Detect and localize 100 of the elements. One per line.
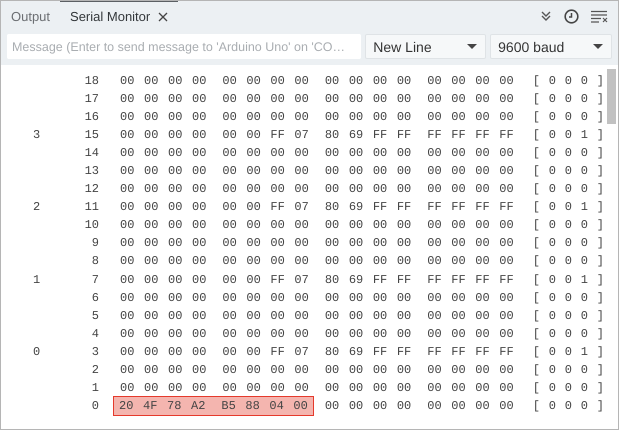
access-bits: [ 0 0 1 ] (532, 128, 604, 142)
sector-number: 3 (33, 128, 40, 142)
access-bits: [ 0 0 0 ] (532, 326, 604, 341)
block-number: 0 (90, 398, 99, 413)
block-number: 18 (84, 74, 99, 88)
scrollbar-thumb[interactable] (607, 69, 616, 124)
sector-number: 1 (33, 272, 40, 287)
byte-group: 00 00 FF 07 (222, 200, 309, 214)
byte-group: 00 00 00 00 (427, 146, 514, 160)
sector-number: 0 (33, 344, 40, 359)
byte-group: 00 00 00 00 (120, 164, 206, 178)
byte-group: 00 00 00 00 (427, 182, 514, 196)
byte-group: 00 00 00 00 (324, 290, 412, 305)
byte-group: 00 00 00 00 (222, 254, 309, 268)
byte-group: 00 00 00 00 (427, 110, 514, 124)
access-bits: [ 0 0 1 ] (532, 272, 604, 287)
block-number: 14 (84, 146, 99, 160)
byte-group: 00 00 00 00 (324, 308, 412, 323)
access-bits: [ 0 0 0 ] (532, 254, 604, 268)
byte-group: 00 00 FF 07 (222, 272, 309, 287)
close-icon[interactable] (158, 12, 168, 22)
byte-group: 00 00 00 00 (120, 344, 206, 359)
byte-group: 00 00 00 00 (427, 398, 514, 413)
byte-group: 00 00 00 00 (222, 290, 309, 305)
baud-rate-dropdown[interactable]: 9600 baud (490, 34, 612, 59)
byte-group: 00 00 00 00 (324, 326, 412, 341)
block-number: 2 (90, 362, 99, 377)
access-bits: [ 0 0 0 ] (532, 380, 604, 395)
byte-group: 00 00 00 00 (120, 218, 206, 232)
byte-group: 00 00 00 00 (120, 308, 206, 323)
byte-group: 00 00 00 00 (222, 308, 309, 323)
block-number: 3 (90, 344, 99, 359)
byte-group: 00 00 00 00 (324, 74, 412, 88)
byte-group: 00 00 00 00 (324, 164, 412, 178)
clock-icon[interactable] (564, 8, 579, 24)
access-bits: [ 0 0 0 ] (532, 74, 604, 88)
byte-group: 00 00 00 00 (324, 146, 412, 160)
byte-group: 80 69 FF FF (324, 272, 412, 287)
block-number: 17 (84, 92, 99, 106)
scroll-down-icon[interactable] (540, 10, 552, 22)
byte-group: 00 00 00 00 (427, 218, 514, 232)
access-bits: [ 0 0 0 ] (532, 290, 604, 305)
byte-group: 00 00 00 00 (427, 308, 514, 323)
block-number: 13 (84, 164, 99, 178)
byte-group: 00 00 00 00 (222, 218, 309, 232)
block-number: 9 (90, 236, 99, 250)
byte-group: 00 00 00 00 (427, 254, 514, 268)
byte-group: 00 00 00 00 (120, 146, 206, 160)
byte-group: 00 00 00 00 (324, 254, 412, 268)
tab[interactable]: Output (1, 1, 60, 31)
access-bits: [ 0 0 1 ] (532, 344, 604, 359)
byte-group: FF FF FF FF (427, 344, 514, 359)
access-bits: [ 0 0 0 ] (532, 182, 604, 196)
byte-group: 00 00 00 00 (120, 236, 206, 250)
block-number: 6 (90, 290, 99, 305)
byte-group: 00 00 FF 07 (222, 344, 309, 359)
caret-icon (593, 44, 603, 49)
byte-group: 00 00 00 00 (427, 92, 514, 106)
byte-group: 00 00 00 00 (427, 326, 514, 341)
byte-group: 00 00 00 00 (427, 164, 514, 178)
byte-group: B5 88 04 00 (221, 398, 308, 413)
byte-group: 00 00 00 00 (120, 254, 206, 268)
block-number: 15 (84, 128, 99, 142)
byte-group: 00 00 00 00 (222, 362, 309, 377)
byte-group: FF FF FF FF (427, 200, 514, 214)
block-number: 7 (90, 272, 99, 287)
byte-group: 80 69 FF FF (324, 344, 412, 359)
byte-group: 00 00 00 00 (427, 362, 514, 377)
block-number: 12 (84, 182, 99, 196)
byte-group: 00 00 00 00 (120, 290, 206, 305)
access-bits: [ 0 0 0 ] (532, 92, 604, 106)
access-bits: [ 0 0 0 ] (532, 218, 604, 232)
line-ending-dropdown[interactable]: New Line (365, 34, 486, 59)
block-number: 16 (84, 110, 99, 124)
message-field[interactable]: Message (Enter to send message to 'Arduino Uno' on 'CO… (7, 34, 362, 59)
byte-group: 00 00 00 00 (324, 182, 412, 196)
byte-group: 00 00 00 00 (324, 398, 412, 413)
byte-group: 00 00 00 00 (222, 146, 309, 160)
byte-group: 00 00 00 00 (222, 236, 309, 250)
byte-group: 00 00 00 00 (324, 380, 412, 395)
byte-group: 00 00 00 00 (222, 326, 309, 341)
clear-output-icon[interactable] (591, 10, 608, 22)
byte-group: FF FF FF FF (427, 128, 514, 142)
block-number: 1 (90, 380, 99, 395)
byte-group: 00 00 00 00 (120, 92, 206, 106)
block-number: 5 (90, 308, 99, 323)
byte-group: 00 00 00 00 (427, 380, 514, 395)
byte-group: 00 00 FF 07 (222, 128, 309, 142)
byte-group: 00 00 00 00 (120, 74, 206, 88)
byte-group: 00 00 00 00 (120, 128, 206, 142)
access-bits: [ 0 0 0 ] (532, 110, 604, 124)
byte-group: 00 00 00 00 (222, 74, 309, 88)
byte-group: 00 00 00 00 (324, 218, 412, 232)
byte-group: 00 00 00 00 (324, 92, 412, 106)
byte-group: 00 00 00 00 (427, 74, 514, 88)
block-number: 10 (84, 218, 99, 232)
byte-group: 00 00 00 00 (222, 110, 309, 124)
byte-group: 00 00 00 00 (120, 200, 206, 214)
access-bits: [ 0 0 0 ] (532, 362, 604, 377)
byte-group: 00 00 00 00 (427, 290, 514, 305)
